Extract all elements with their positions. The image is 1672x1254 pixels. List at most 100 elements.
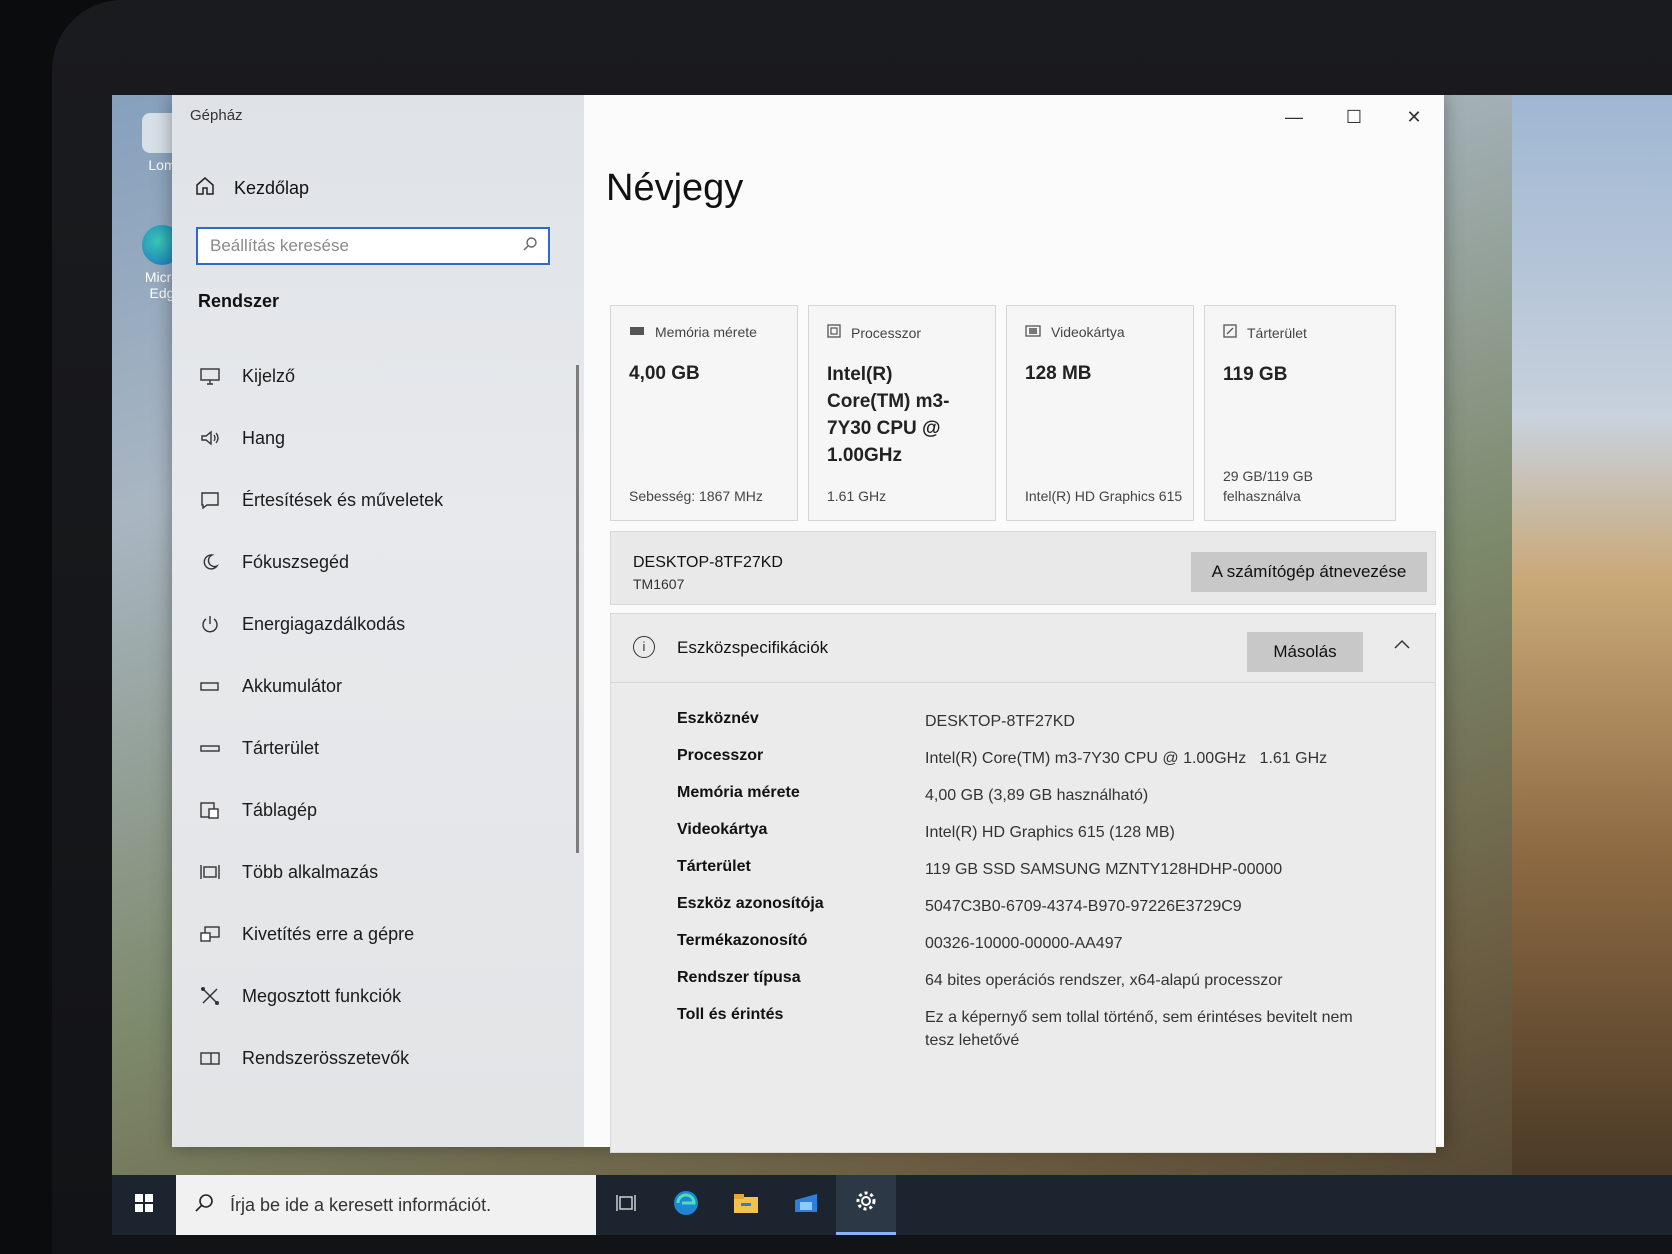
specs-list: Eszköznév DESKTOP-8TF27KD Processzor Intel…: [677, 710, 1415, 1052]
spec-key: Videokártya: [677, 821, 768, 838]
window-title: Gépház: [190, 107, 243, 124]
sidebar-item-power[interactable]: Energiagazdálkodás: [198, 593, 568, 655]
desktop-screen: Lom Micro Edg Gépház Kezdőlap Rendszer: [112, 95, 1672, 1235]
task-view-button[interactable]: [596, 1175, 656, 1235]
battery-icon: [198, 674, 222, 698]
sidebar-item-battery[interactable]: Akkumulátor: [198, 655, 568, 717]
shared-icon: [198, 984, 222, 1008]
spec-row: Memória mérete 4,00 GB (3,89 GB használha…: [677, 784, 1415, 821]
sidebar-item-label: Energiagazdálkodás: [242, 613, 406, 634]
spec-value: 5047C3B0-6709-4374-B970-97226E3729C9: [925, 898, 1242, 915]
copy-button[interactable]: Másolás: [1247, 632, 1363, 672]
store-icon: [792, 1190, 820, 1221]
spec-value: 119 GB SSD SAMSUNG MZNTY128HDHP-00000: [925, 861, 1283, 878]
sidebar-item-projecting[interactable]: Kivetítés erre a gépre: [198, 903, 568, 965]
sidebar-item-notifications[interactable]: Értesítések és műveletek: [198, 469, 568, 531]
sidebar-item-label: Fókuszsegéd: [242, 551, 350, 572]
rename-pc-button[interactable]: A számítógép átnevezése: [1191, 552, 1427, 592]
start-button[interactable]: [112, 1175, 176, 1235]
projecting-icon: [198, 922, 222, 946]
sidebar-item-label: Több alkalmazás: [242, 861, 379, 882]
spec-key: Eszköz azonosítója: [677, 895, 824, 912]
card-value: Intel(R) Core(TM) m3-7Y30 CPU @ 1.00GHz: [827, 364, 950, 466]
edge-icon: [672, 1189, 700, 1222]
spec-value: Intel(R) Core(TM) m3-7Y30 CPU @ 1.00GHz …: [925, 750, 1328, 767]
taskbar-store[interactable]: [776, 1175, 836, 1235]
card-subtext: Intel(R) HD Graphics 615: [1025, 488, 1183, 504]
wallpaper: [1512, 95, 1672, 1175]
spec-value: 4,00 GB (3,89 GB használható): [925, 787, 1149, 804]
sidebar-item-focus-assist[interactable]: Fókuszsegéd: [198, 531, 568, 593]
device-name: DESKTOP-8TF27KD: [633, 554, 783, 571]
device-specifications: i Eszközspecifikációk Másolás Eszköznév D…: [610, 613, 1436, 1153]
sidebar-section-title: Rendszer: [198, 291, 280, 311]
monitor-icon: [198, 364, 222, 388]
summary-cards: Memória mérete 4,00 GB Sebesség: 1867 MH…: [610, 305, 1396, 521]
sidebar-item-label: Hang: [242, 427, 286, 448]
device-model: TM1607: [633, 576, 685, 592]
speaker-icon: [198, 426, 222, 450]
sidebar-item-label: Értesítések és műveletek: [242, 489, 444, 510]
search-icon: [194, 1193, 214, 1218]
card-header: Memória mérete: [655, 324, 757, 340]
memory-icon: [629, 324, 645, 340]
tablet-icon: [198, 798, 222, 822]
taskbar: [112, 1175, 1672, 1235]
chevron-up-icon[interactable]: [1393, 634, 1411, 655]
taskbar-file-explorer[interactable]: [716, 1175, 776, 1235]
sidebar-item-label: Megosztott funkciók: [242, 985, 402, 1006]
spec-row: Rendszer típusa 64 bites operációs rendsz…: [677, 969, 1415, 1006]
sidebar-item-tablet[interactable]: Táblagép: [198, 779, 568, 841]
spec-row: Tárterület 119 GB SSD SAMSUNG MZNTY128HDH…: [677, 858, 1415, 895]
cpu-icon: [827, 324, 841, 341]
windows-logo-icon: [134, 1193, 154, 1218]
settings-window: Gépház Kezdőlap Rendszer Kijelző: [172, 95, 1444, 1153]
sidebar-home[interactable]: Kezdőlap: [194, 175, 309, 202]
multitasking-icon: [198, 860, 222, 884]
card-value: 128 MB: [1025, 363, 1092, 384]
spec-key: Termékazonosító: [677, 932, 808, 949]
sidebar-item-label: Akkumulátor: [242, 675, 343, 696]
specs-header[interactable]: i Eszközspecifikációk Másolás: [611, 614, 1435, 683]
card-subtext: 1.61 GHz: [827, 488, 887, 504]
sidebar-item-label: Kivetítés erre a gépre: [242, 923, 415, 944]
card-subtext: Sebesség: 1867 MHz: [629, 488, 763, 504]
sidebar-item-display[interactable]: Kijelző: [198, 345, 568, 407]
spec-row: Videokártya Intel(R) HD Graphics 615 (128…: [677, 821, 1415, 858]
spec-value: Intel(R) HD Graphics 615 (128 MB): [925, 824, 1175, 841]
card-subtext: 29 GB/119 GB felhasználva: [1223, 468, 1314, 504]
taskbar-search[interactable]: [176, 1175, 596, 1235]
moon-icon: [198, 550, 222, 574]
spec-row: Eszköz azonosítója 5047C3B0-6709-4374-B97…: [677, 895, 1415, 932]
gpu-icon: [1025, 324, 1041, 340]
sidebar-item-multitasking[interactable]: Több alkalmazás: [198, 841, 568, 903]
taskbar-edge[interactable]: [656, 1175, 716, 1235]
spec-key: Processzor: [677, 747, 764, 764]
task-view-icon: [615, 1193, 637, 1218]
card-value: 119 GB: [1223, 364, 1288, 385]
card-graphics: Videokártya 128 MB Intel(R) HD Graphics …: [1006, 305, 1194, 521]
sidebar-item-sound[interactable]: Hang: [198, 407, 568, 469]
card-header: Processzor: [851, 324, 922, 341]
sidebar-scrollbar[interactable]: [576, 365, 579, 853]
sidebar-item-label: Táblagép: [242, 799, 318, 820]
card-processor: Processzor Intel(R) Core(TM) m3-7Y30 CPU…: [808, 305, 996, 521]
spec-row: Toll és érintés Ez a képernyő sem tollal …: [677, 1006, 1415, 1052]
settings-search[interactable]: [196, 227, 550, 265]
sidebar-item-shared-experiences[interactable]: Megosztott funkciók: [198, 965, 568, 1027]
spec-value: Ez a képernyő sem tollal történő, sem ér…: [925, 1009, 1353, 1049]
taskbar-search-input[interactable]: [228, 1193, 596, 1217]
storage-icon: [1223, 324, 1237, 341]
search-icon[interactable]: [522, 236, 538, 257]
search-input[interactable]: [208, 235, 522, 257]
card-header: Videokártya: [1051, 324, 1125, 340]
taskbar-settings[interactable]: [836, 1175, 896, 1235]
spec-value: DESKTOP-8TF27KD: [925, 713, 1075, 730]
sidebar-item-storage[interactable]: Tárterület: [198, 717, 568, 779]
sidebar-item-label: Tárterület: [242, 737, 320, 758]
card-storage: Tárterület 119 GB 29 GB/119 GB felhaszná…: [1204, 305, 1396, 521]
notification-icon: [198, 488, 222, 512]
sidebar-item-label: Kijelző: [242, 365, 296, 386]
spec-row: Eszköznév DESKTOP-8TF27KD: [677, 710, 1415, 747]
sidebar-item-system-components[interactable]: Rendszerösszetevők: [198, 1027, 568, 1089]
